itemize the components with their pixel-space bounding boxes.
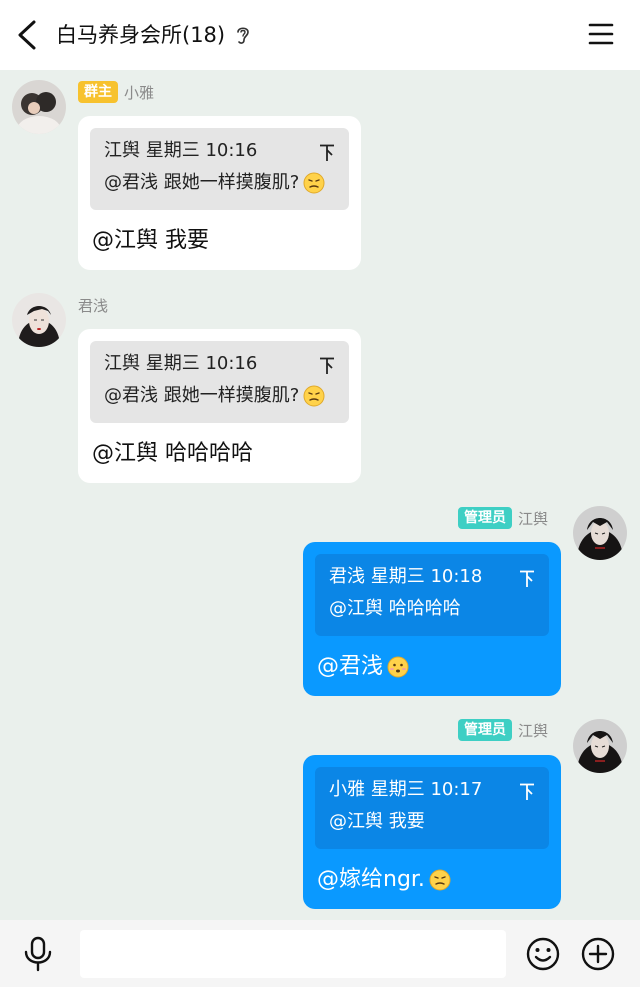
hamburger-menu-icon[interactable] — [588, 22, 614, 46]
quote-text: @江舆 我要 — [329, 809, 535, 835]
message-bubble[interactable]: 江舆 星期三 10:16 @君浅 跟她一样摸腹肌? @江舆 哈哈哈哈 — [78, 329, 361, 483]
avatar[interactable] — [12, 293, 66, 347]
message-input[interactable] — [80, 930, 506, 978]
quote-text-content: @君浅 跟她一样摸腹肌? — [104, 385, 300, 406]
message-text-content: @君浅 — [317, 654, 384, 679]
message-text: @君浅 — [315, 652, 549, 682]
quoted-message[interactable]: 江舆 星期三 10:16 @君浅 跟她一样摸腹肌? — [90, 341, 349, 423]
sender-line: 君浅 — [72, 294, 114, 316]
quote-text-content: @君浅 跟她一样摸腹肌? — [104, 172, 300, 193]
sender-name: 江舆 — [518, 721, 549, 740]
avatar[interactable] — [573, 506, 627, 560]
sender-name: 君浅 — [78, 296, 109, 315]
message-bubble[interactable]: 小雅 星期三 10:17 @江舆 我要 @嫁给ngr. — [303, 755, 561, 909]
quote-text-content: @江舆 我要 — [329, 811, 425, 832]
message-text-content: @嫁给ngr. — [317, 867, 425, 892]
wry-smile-emoji-icon — [303, 385, 325, 407]
quote-author-time: 君浅 星期三 10:18 — [329, 566, 483, 587]
jump-to-top-icon[interactable] — [519, 783, 535, 801]
quote-text: @君浅 跟她一样摸腹肌? — [104, 170, 335, 196]
ear-icon — [237, 27, 249, 44]
message-bubble[interactable]: 君浅 星期三 10:18 @江舆 哈哈哈哈 @君浅 — [303, 542, 561, 696]
wry-smile-emoji-icon — [429, 869, 451, 891]
top-bar: 白马养身会所(18) — [0, 0, 640, 70]
quote-author-time: 江舆 星期三 10:16 — [104, 140, 258, 161]
puzzled-emoji-icon — [387, 656, 409, 678]
jump-to-top-icon[interactable] — [319, 357, 335, 375]
chat-title: 白马养身会所(18) — [56, 23, 226, 47]
admin-badge: 管理员 — [458, 719, 512, 741]
quoted-message[interactable]: 小雅 星期三 10:17 @江舆 我要 — [315, 767, 549, 849]
wry-smile-emoji-icon — [303, 172, 325, 194]
message-text: @江舆 哈哈哈哈 — [92, 441, 253, 466]
plus-circle-icon[interactable] — [580, 936, 616, 972]
sender-line: 群主 小雅 — [78, 81, 160, 103]
sender-line: 管理员 江舆 — [458, 507, 554, 529]
quote-text-content: @江舆 哈哈哈哈 — [329, 598, 461, 619]
microphone-icon[interactable] — [22, 936, 54, 972]
quote-text: @君浅 跟她一样摸腹肌? — [104, 383, 335, 409]
back-arrow-icon[interactable] — [14, 19, 42, 51]
message-text: @嫁给ngr. — [315, 865, 549, 895]
jump-to-top-icon[interactable] — [319, 144, 335, 162]
sender-name: 江舆 — [518, 509, 549, 528]
owner-badge: 群主 — [78, 81, 118, 103]
quote-text: @江舆 哈哈哈哈 — [329, 596, 535, 622]
sender-name: 小雅 — [124, 83, 155, 102]
avatar[interactable] — [573, 719, 627, 773]
message-bubble[interactable]: 江舆 星期三 10:16 @君浅 跟她一样摸腹肌? @江舆 我要 — [78, 116, 361, 270]
quote-author-time: 江舆 星期三 10:16 — [104, 353, 258, 374]
avatar[interactable] — [12, 80, 66, 134]
jump-to-top-icon[interactable] — [519, 570, 535, 588]
quoted-message[interactable]: 江舆 星期三 10:16 @君浅 跟她一样摸腹肌? — [90, 128, 349, 210]
quote-author-time: 小雅 星期三 10:17 — [329, 779, 483, 800]
sender-line: 管理员 江舆 — [458, 719, 554, 741]
quoted-message[interactable]: 君浅 星期三 10:18 @江舆 哈哈哈哈 — [315, 554, 549, 636]
smiley-face-icon[interactable] — [525, 936, 561, 972]
admin-badge: 管理员 — [458, 507, 512, 529]
message-text: @江舆 我要 — [92, 228, 209, 253]
